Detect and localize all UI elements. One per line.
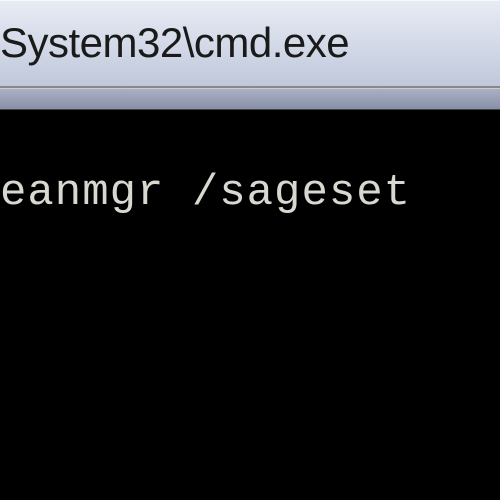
window-frame-border (0, 88, 500, 110)
window-titlebar[interactable]: System32\cmd.exe (0, 0, 500, 88)
command-text: eanmgr /sageset (0, 168, 500, 218)
window-title: System32\cmd.exe (0, 19, 349, 67)
terminal-area[interactable]: eanmgr /sageset (0, 110, 500, 500)
